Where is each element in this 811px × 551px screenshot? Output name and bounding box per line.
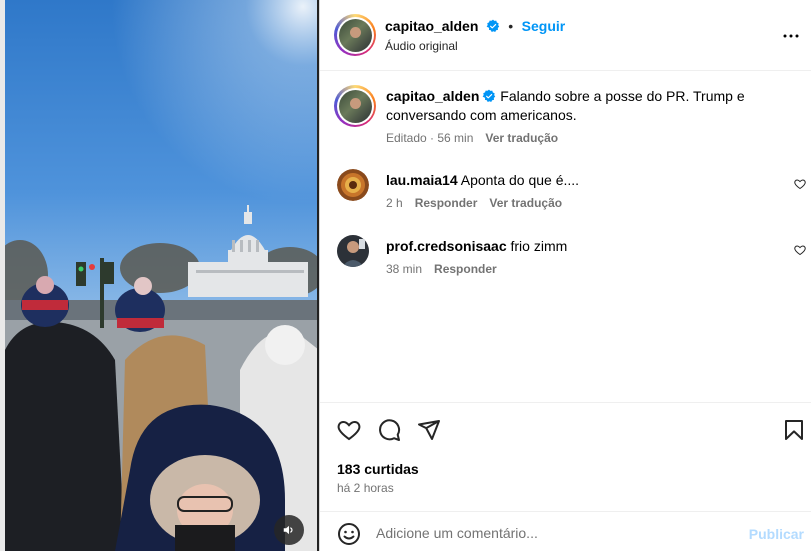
comment-icon[interactable] xyxy=(377,418,401,442)
caption-meta: Editado · 56 min Ver tradução xyxy=(386,131,558,145)
bookmark-icon[interactable] xyxy=(782,418,806,442)
like-comment-heart-icon[interactable] xyxy=(794,178,806,190)
heart-icon[interactable] xyxy=(337,418,361,442)
avatar-image xyxy=(338,89,372,123)
post-time[interactable]: há 2 horas xyxy=(337,481,394,495)
comment-item: lau.maia14 Aponta do que é.... xyxy=(386,171,579,190)
comment-username[interactable]: lau.maia14 xyxy=(386,172,458,188)
comments-section: capitao_alden Falando sobre a posse do P… xyxy=(320,71,811,401)
comment-time[interactable]: 38 min xyxy=(386,262,422,276)
avatar-image xyxy=(338,18,372,52)
audio-label[interactable]: Áudio original xyxy=(385,39,458,53)
post-actions: 183 curtidas há 2 horas xyxy=(320,402,811,502)
verified-badge-icon xyxy=(486,19,500,32)
author-username[interactable]: capitao_alden xyxy=(385,18,478,34)
caption: capitao_alden Falando sobre a posse do P… xyxy=(386,87,786,125)
translate-link[interactable]: Ver tradução xyxy=(489,196,562,210)
follow-button[interactable]: Seguir xyxy=(522,18,566,34)
reply-button[interactable]: Responder xyxy=(415,196,478,210)
comment-avatar[interactable] xyxy=(337,169,369,201)
video-border xyxy=(0,0,5,551)
publish-button[interactable]: Publicar xyxy=(749,526,804,542)
video-player[interactable] xyxy=(0,0,319,551)
emoji-icon[interactable] xyxy=(337,522,361,546)
comment-text: frio zimm xyxy=(510,238,568,254)
speaker-icon xyxy=(283,525,293,535)
post-header: capitao_alden • Seguir Áudio original xyxy=(320,0,811,71)
verified-badge-icon xyxy=(483,89,496,102)
caption-translate-link[interactable]: Ver tradução xyxy=(485,131,558,145)
reply-button[interactable]: Responder xyxy=(434,262,497,276)
comment-avatar[interactable] xyxy=(337,235,369,267)
add-comment-bar: Publicar xyxy=(320,511,811,551)
caption-username[interactable]: capitao_alden xyxy=(386,88,479,104)
more-horizontal-icon[interactable] xyxy=(782,27,800,45)
video-frame xyxy=(0,0,319,551)
avatar-image xyxy=(337,169,369,201)
comment-meta: 2 h Responder Ver tradução xyxy=(386,196,562,210)
separator-dot: • xyxy=(508,18,514,34)
comment-item: prof.credsonisaac frio zimm xyxy=(386,237,567,256)
caption-avatar[interactable] xyxy=(334,85,376,127)
author-avatar[interactable] xyxy=(334,14,376,56)
likes-count[interactable]: 183 curtidas xyxy=(337,461,419,477)
comment-time[interactable]: 2 h xyxy=(386,196,403,210)
comment-input[interactable] xyxy=(376,521,746,545)
share-send-icon[interactable] xyxy=(417,418,441,442)
comment-username[interactable]: prof.credsonisaac xyxy=(386,238,507,254)
like-comment-heart-icon[interactable] xyxy=(794,244,806,256)
comment-text: Aponta do que é.... xyxy=(460,172,580,188)
caption-edited: Editado · 56 min xyxy=(386,131,474,145)
post-panel: capitao_alden • Seguir Áudio original ca… xyxy=(319,0,811,551)
mute-button[interactable] xyxy=(274,515,304,545)
avatar-image xyxy=(337,235,369,267)
comment-meta: 38 min Responder xyxy=(386,262,497,276)
